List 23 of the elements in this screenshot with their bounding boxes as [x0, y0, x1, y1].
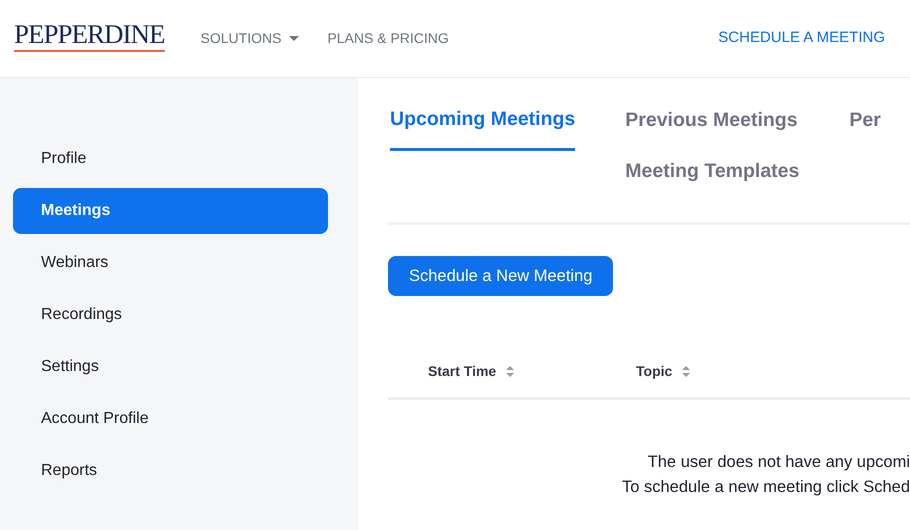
schedule-button[interactable]: Schedule a New Meeting: [388, 256, 614, 296]
sidebar-item[interactable]: Reports: [13, 448, 328, 494]
sidebar-item[interactable]: Profile: [13, 136, 328, 182]
sidebar-item[interactable]: Meetings: [13, 188, 328, 234]
empty-message: The user does not have any upcomi: [648, 452, 910, 473]
empty-message: To schedule a new meeting click Sched: [622, 477, 910, 498]
tab[interactable]: Meeting Templates: [625, 149, 800, 194]
sidebar-item[interactable]: Webinars: [13, 240, 328, 286]
schedule-link[interactable]: SCHEDULE A MEETING: [718, 27, 885, 50]
sidebar-item[interactable]: Settings: [13, 344, 328, 390]
column-header[interactable]: Start Time: [428, 361, 636, 382]
sidebar-item[interactable]: Recordings: [13, 292, 328, 338]
sort-icon: [682, 366, 690, 377]
caret-icon: [289, 36, 300, 42]
sort-icon: [506, 366, 514, 377]
logo[interactable]: PEPPERDINE: [14, 21, 165, 52]
column-header[interactable]: Topic: [636, 361, 690, 382]
tab[interactable]: Per: [849, 98, 881, 143]
tab[interactable]: Previous Meetings: [625, 98, 800, 143]
sidebar-item[interactable]: Account Profile: [13, 396, 328, 442]
tab[interactable]: Upcoming Meetings: [390, 98, 576, 151]
nav-link[interactable]: SOLUTIONS: [200, 28, 300, 49]
nav-link[interactable]: PLANS & PRICING: [327, 28, 449, 49]
